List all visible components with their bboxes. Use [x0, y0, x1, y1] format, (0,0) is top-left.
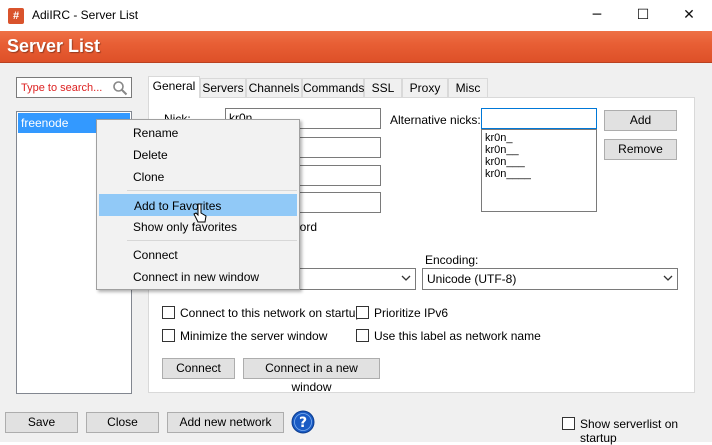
minimize-button[interactable]: ─ — [574, 0, 620, 31]
close-window-button[interactable]: ✕ — [666, 0, 712, 31]
label-as-network-name-checkbox[interactable] — [356, 329, 369, 342]
encoding-label: Encoding: — [425, 253, 479, 267]
menu-item-delete[interactable]: Delete — [99, 144, 297, 166]
page-title: Server List — [7, 36, 101, 56]
connect-on-startup-checkbox[interactable] — [162, 306, 175, 319]
pointer-cursor-icon — [193, 203, 207, 223]
menu-separator — [127, 190, 297, 191]
search-input[interactable] — [19, 79, 111, 96]
app-icon: # — [8, 8, 24, 24]
tab-commands[interactable]: Commands — [302, 78, 364, 97]
tab-channels[interactable]: Channels — [246, 78, 302, 97]
show-on-startup-label: Show serverlist on startup — [580, 417, 679, 445]
maximize-button[interactable]: ☐ — [620, 0, 666, 31]
tab-misc[interactable]: Misc — [448, 78, 488, 97]
add-nick-button[interactable]: Add — [604, 110, 677, 131]
tab-servers[interactable]: Servers — [200, 78, 246, 97]
menu-separator — [127, 240, 297, 241]
list-item[interactable]: kr0n____ — [485, 168, 593, 180]
minimize-server-window-checkbox[interactable] — [162, 329, 175, 342]
chevron-down-icon — [401, 275, 411, 281]
alt-nick-input[interactable] — [481, 108, 597, 129]
label-as-network-name-label: Use this label as network name — [374, 329, 541, 343]
chevron-down-icon — [663, 275, 673, 281]
connect-new-window-button[interactable]: Connect in a new window — [243, 358, 380, 394]
window-title: AdiIRC - Server List — [32, 8, 139, 22]
encoding-value: Unicode (UTF-8) — [427, 272, 517, 286]
list-item[interactable]: kr0n___ — [485, 156, 593, 168]
prioritize-ipv6-label: Prioritize IPv6 — [374, 306, 449, 320]
prioritize-ipv6-checkbox[interactable] — [356, 306, 369, 319]
search-box[interactable] — [16, 77, 132, 98]
search-icon[interactable] — [112, 80, 128, 96]
menu-item-rename[interactable]: Rename — [99, 122, 297, 144]
tab-ssl[interactable]: SSL — [364, 78, 402, 97]
remove-nick-button[interactable]: Remove — [604, 139, 677, 160]
connect-on-startup-label: Connect to this network on startup — [180, 306, 363, 320]
header-banner: Server List — [0, 31, 712, 63]
menu-item-connect[interactable]: Connect — [99, 244, 297, 266]
svg-text:?: ? — [299, 415, 307, 431]
menu-item-connect-new-window[interactable]: Connect in new window — [99, 266, 297, 288]
alt-nicks-list[interactable]: kr0n_ kr0n__ kr0n___ kr0n____ — [481, 129, 597, 212]
show-on-startup-checkbox[interactable] — [562, 417, 575, 430]
help-icon[interactable]: ? — [291, 410, 315, 434]
list-item[interactable]: kr0n__ — [485, 144, 593, 156]
save-button[interactable]: Save — [5, 412, 78, 433]
menu-item-clone[interactable]: Clone — [99, 166, 297, 188]
list-item[interactable]: kr0n_ — [485, 132, 593, 144]
add-new-network-button[interactable]: Add new network — [167, 412, 284, 433]
tab-proxy[interactable]: Proxy — [402, 78, 448, 97]
encoding-select[interactable]: Unicode (UTF-8) — [422, 268, 678, 290]
alt-nicks-label: Alternative nicks: — [390, 113, 481, 127]
tab-general[interactable]: General — [148, 76, 200, 98]
minimize-server-window-label: Minimize the server window — [180, 329, 328, 343]
close-button[interactable]: Close — [86, 412, 159, 433]
title-bar[interactable]: # AdiIRC - Server List ─ ☐ ✕ — [0, 0, 712, 31]
connect-button[interactable]: Connect — [162, 358, 235, 379]
